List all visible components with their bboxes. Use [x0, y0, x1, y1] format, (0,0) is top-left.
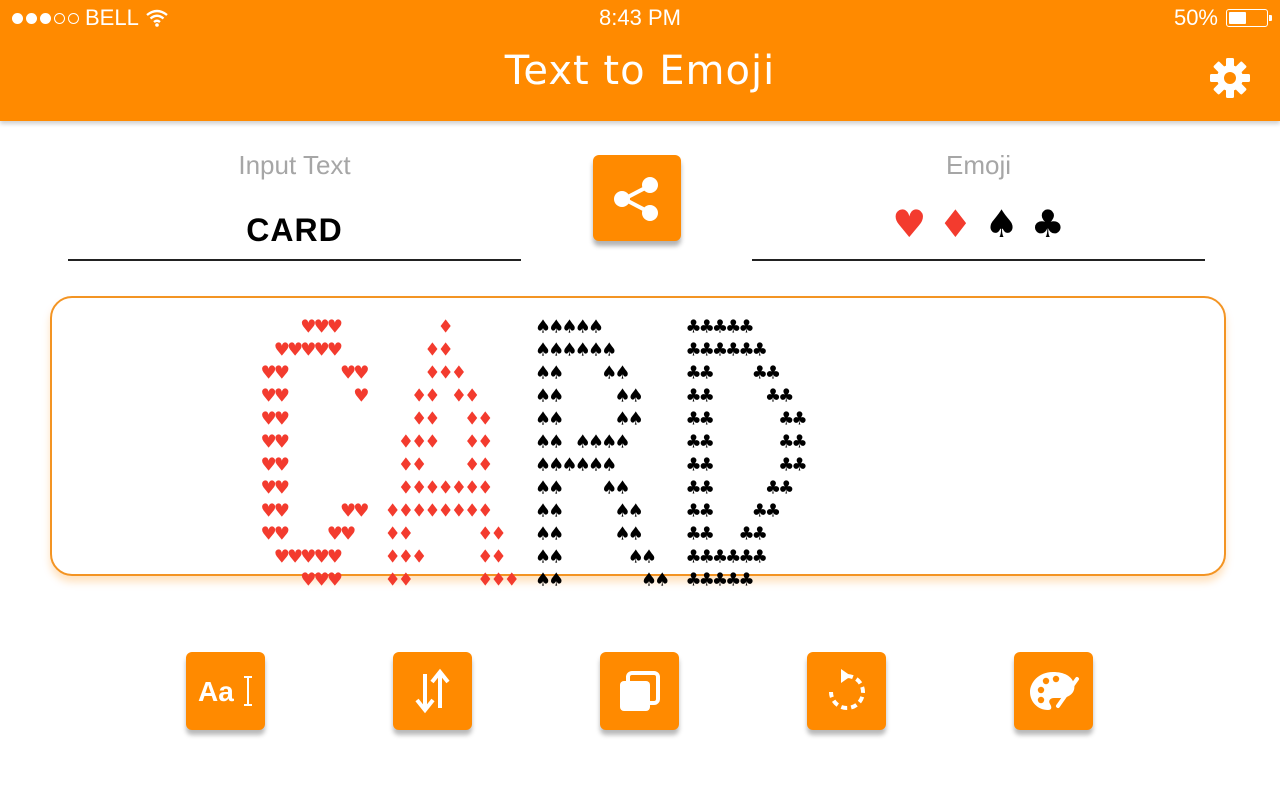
palette-button[interactable]	[1014, 652, 1093, 730]
emoji-underline	[752, 259, 1205, 261]
heart-emoji: ♥	[892, 202, 927, 246]
spade-emoji: ♠	[984, 202, 1019, 246]
rotate-button[interactable]	[807, 652, 886, 730]
battery-percent: 50%	[1173, 5, 1218, 30]
font-icon: Aa	[198, 676, 252, 707]
app-header: BELL 8:43 PM 50% Text to Emoji	[0, 0, 1280, 121]
status-time: 8:43 PM	[599, 5, 681, 30]
battery-icon	[1226, 9, 1272, 27]
emoji-label: Emoji	[945, 150, 1011, 180]
art-letter-c: ♥♥♥ ♥♥♥♥♥ ♥♥ ♥♥ ♥♥ ♥ ♥♥ ♥♥ ♥♥ ♥♥ ♥♥ ♥♥ ♥…	[262, 315, 368, 593]
rotate-icon	[829, 669, 865, 710]
copy-button[interactable]	[600, 652, 679, 730]
emoji-field[interactable]: ♥ ♦ ♠ ♣	[752, 202, 1205, 246]
input-text-field[interactable]: CARD	[68, 212, 521, 249]
copy-icon	[620, 671, 660, 711]
art-letter-r: ♠♠♠♠♠ ♠♠♠♠♠♠ ♠♠ ♠♠ ♠♠ ♠♠ ♠♠ ♠♠ ♠♠ ♠♠♠♠ ♠…	[536, 315, 669, 593]
diamond-emoji: ♦	[938, 202, 973, 246]
gear-icon[interactable]	[1208, 56, 1252, 100]
art-letter-a: ♦ ♦♦ ♦♦♦ ♦♦ ♦♦ ♦♦ ♦♦ ♦♦♦ ♦♦ ♦♦ ♦♦ ♦♦♦♦♦♦…	[385, 315, 519, 593]
status-bar: BELL 8:43 PM 50%	[0, 0, 1280, 36]
emoji-art: ♥♥♥ ♥♥♥♥♥ ♥♥ ♥♥ ♥♥ ♥ ♥♥ ♥♥ ♥♥ ♥♥ ♥♥ ♥♥ ♥…	[262, 316, 824, 592]
share-icon	[614, 177, 658, 221]
page-title: Text to Emoji	[504, 48, 776, 94]
emoji-art-canvas: ♥♥♥ ♥♥♥♥♥ ♥♥ ♥♥ ♥♥ ♥ ♥♥ ♥♥ ♥♥ ♥♥ ♥♥ ♥♥ ♥…	[50, 296, 1226, 592]
palette-icon	[1030, 672, 1079, 710]
font-button[interactable]: Aa	[186, 652, 265, 730]
swap-button[interactable]	[393, 652, 472, 730]
battery-status: 50%	[1173, 5, 1272, 31]
input-text-label: Input Text	[238, 150, 351, 180]
club-emoji: ♣	[1030, 202, 1065, 246]
art-letter-d: ♣♣♣♣♣ ♣♣♣♣♣♣ ♣♣ ♣♣ ♣♣ ♣♣ ♣♣ ♣♣ ♣♣ ♣♣ ♣♣ …	[686, 315, 807, 593]
share-button[interactable]	[593, 155, 681, 241]
input-underline	[68, 259, 521, 261]
svg-text:Aa: Aa	[198, 676, 234, 707]
arrows-updown-icon	[415, 668, 450, 714]
